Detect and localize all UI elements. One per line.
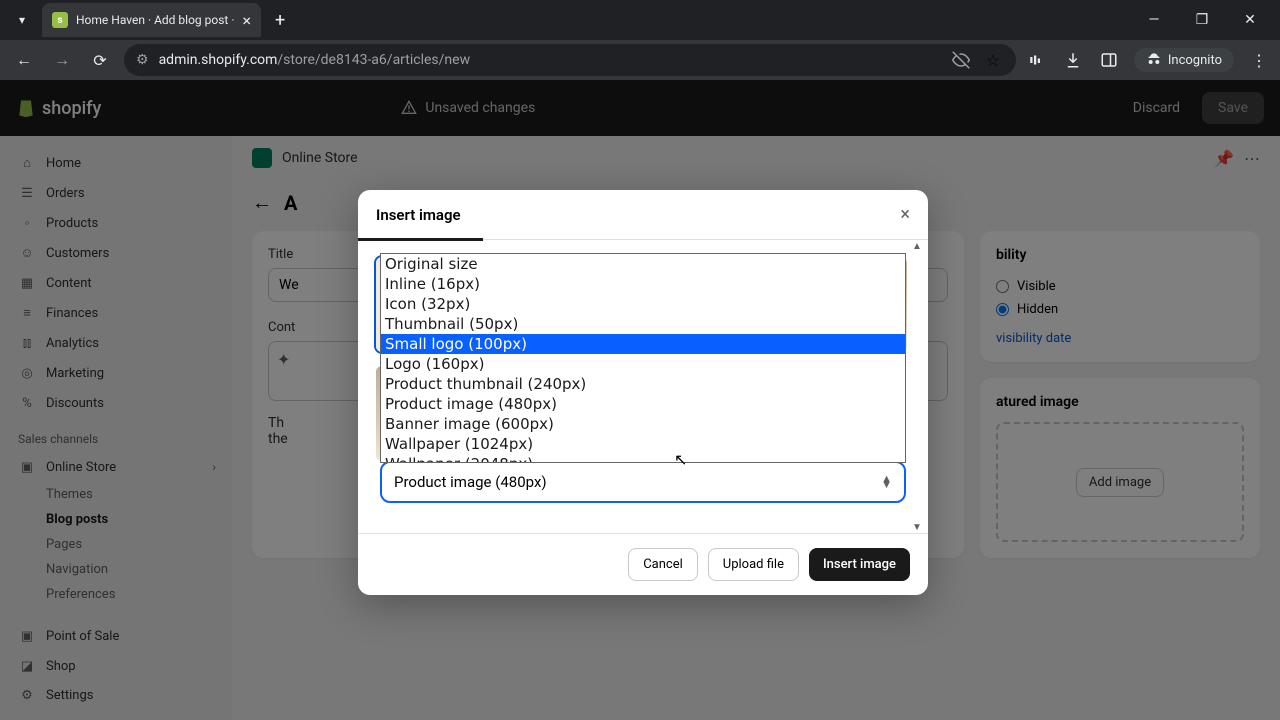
favicon-icon: s xyxy=(52,12,68,28)
eye-off-icon[interactable] xyxy=(950,49,972,71)
reload-button[interactable]: ⟳ xyxy=(86,46,114,74)
browser-titlebar: ▾ s Home Haven · Add blog post · × + ― ❐… xyxy=(0,0,1280,40)
new-tab-button[interactable]: + xyxy=(275,10,285,31)
size-option[interactable]: Small logo (100px) xyxy=(381,334,905,354)
cancel-button[interactable]: Cancel xyxy=(628,548,698,581)
modal-close-icon[interactable]: × xyxy=(900,204,910,225)
size-select[interactable]: Product image (480px) ▲▼ xyxy=(380,461,906,503)
address-bar[interactable]: ⚙ admin.shopify.com/store/de8143-a6/arti… xyxy=(124,44,1016,76)
bookmark-star-icon[interactable]: ☆ xyxy=(982,49,1004,71)
downloads-icon[interactable] xyxy=(1062,49,1084,71)
close-tab-icon[interactable]: × xyxy=(242,11,251,30)
scroll-up-icon[interactable]: ▲ xyxy=(912,241,922,252)
size-option[interactable]: Inline (16px) xyxy=(381,274,905,294)
size-option[interactable]: Banner image (600px) xyxy=(381,414,905,434)
modal-title: Insert image xyxy=(376,206,461,224)
close-window-icon[interactable]: ✕ xyxy=(1236,12,1264,28)
url-text: admin.shopify.com/store/de8143-a6/articl… xyxy=(159,52,940,68)
side-panel-icon[interactable] xyxy=(1098,49,1120,71)
size-option[interactable]: Product thumbnail (240px) xyxy=(381,374,905,394)
size-option[interactable]: Product image (480px) xyxy=(381,394,905,414)
size-option[interactable]: Wallpaper (1024px) xyxy=(381,434,905,454)
site-info-icon[interactable]: ⚙ xyxy=(136,52,149,68)
scroll-down-icon[interactable]: ▼ xyxy=(912,522,922,533)
back-button[interactable]: ← xyxy=(10,46,38,74)
size-option[interactable]: Logo (160px) xyxy=(381,354,905,374)
minimize-icon[interactable]: ― xyxy=(1140,12,1168,28)
size-select-value: Product image (480px) xyxy=(394,473,547,491)
tab-search-dropdown[interactable]: ▾ xyxy=(8,6,36,34)
size-dropdown-list[interactable]: Original sizeInline (16px)Icon (32px)Thu… xyxy=(380,253,906,463)
insert-image-modal: Insert image × ▲ Original sizeInline (16… xyxy=(358,190,928,595)
upload-file-button[interactable]: Upload file xyxy=(708,548,799,581)
maximize-icon[interactable]: ❐ xyxy=(1188,12,1216,28)
browser-menu-icon[interactable]: ⋮ xyxy=(1248,49,1270,71)
select-caret-icon: ▲▼ xyxy=(881,476,892,488)
forward-button[interactable]: → xyxy=(48,46,76,74)
media-controls-icon[interactable] xyxy=(1026,49,1048,71)
size-option[interactable]: Icon (32px) xyxy=(381,294,905,314)
size-option[interactable]: Thumbnail (50px) xyxy=(381,314,905,334)
size-option[interactable]: Original size xyxy=(381,254,905,274)
size-option[interactable]: Wallpaper (2048px) xyxy=(381,454,905,463)
tab-title: Home Haven · Add blog post · xyxy=(76,13,234,27)
browser-tab[interactable]: s Home Haven · Add blog post · × xyxy=(42,3,261,37)
incognito-icon xyxy=(1146,52,1162,68)
insert-image-button[interactable]: Insert image xyxy=(809,548,910,581)
incognito-label: Incognito xyxy=(1168,53,1222,68)
browser-toolbar: ← → ⟳ ⚙ admin.shopify.com/store/de8143-a… xyxy=(0,40,1280,80)
incognito-badge[interactable]: Incognito xyxy=(1134,48,1234,72)
